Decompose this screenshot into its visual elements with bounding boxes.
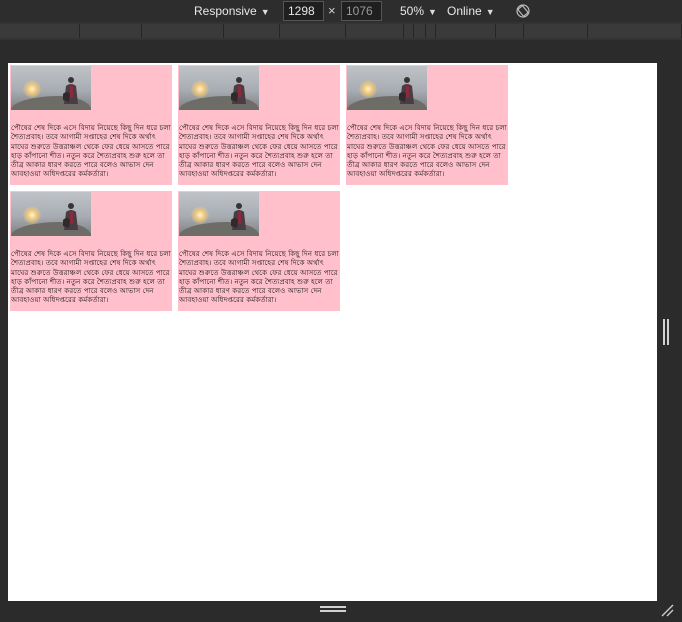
news-thumbnail	[179, 66, 259, 110]
person-figure	[231, 203, 246, 230]
sun-glow	[23, 80, 41, 98]
person-figure	[399, 77, 414, 104]
grip-line	[320, 610, 346, 612]
grip-line	[663, 319, 665, 345]
media-query-segment[interactable]	[0, 24, 80, 38]
news-thumbnail	[179, 192, 259, 236]
person-figure	[63, 77, 78, 104]
device-mode-dropdown[interactable]: Responsive ▼	[194, 0, 270, 22]
network-label: Online	[447, 4, 482, 18]
sun-glow	[359, 80, 377, 98]
width-input[interactable]	[283, 1, 324, 21]
media-query-segment[interactable]	[224, 24, 280, 38]
rotate-button[interactable]	[515, 0, 531, 22]
news-card-text: পৌষের শেষ দিকে এসে বিদায় নিয়েছে কিছু দ…	[179, 249, 339, 305]
media-query-segment[interactable]	[414, 24, 426, 38]
height-input[interactable]	[341, 1, 382, 21]
person-figure	[231, 77, 246, 104]
media-query-segment[interactable]	[80, 24, 142, 38]
network-throttle-dropdown[interactable]: Online ▼	[447, 0, 495, 22]
news-card-text: পৌষের শেষ দিকে এসে বিদায় নিয়েছে কিছু দ…	[347, 123, 507, 179]
media-query-segment[interactable]	[426, 24, 436, 38]
media-query-segment[interactable]	[346, 24, 404, 38]
media-query-segment[interactable]	[280, 24, 346, 38]
person-figure	[63, 203, 78, 230]
news-thumbnail	[11, 192, 91, 236]
news-card: পৌষের শেষ দিকে এসে বিদায় নিয়েছে কিছু দ…	[10, 65, 172, 185]
media-query-segment[interactable]	[436, 24, 496, 38]
bottom-resize-handle[interactable]	[320, 606, 346, 614]
grip-line	[667, 319, 669, 345]
grip-line	[320, 606, 346, 608]
right-resize-handle[interactable]	[663, 319, 671, 345]
news-thumbnail	[11, 66, 91, 110]
news-card: পৌষের শেষ দিকে এসে বিদায় নিয়েছে কিছু দ…	[178, 191, 340, 311]
news-card: পৌষের শেষ দিকে এসে বিদায় নিয়েছে কিছু দ…	[10, 191, 172, 311]
emulated-viewport: পৌষের শেষ দিকে এসে বিদায় নিয়েছে কিছু দ…	[8, 63, 657, 601]
zoom-dropdown[interactable]: 50% ▼	[400, 0, 437, 22]
sun-glow	[23, 206, 41, 224]
device-mode-label: Responsive	[194, 4, 257, 18]
chevron-down-icon: ▼	[485, 7, 495, 17]
media-query-bar	[0, 22, 682, 40]
news-card-text: পৌষের শেষ দিকে এসে বিদায় নিয়েছে কিছু দ…	[179, 123, 339, 179]
sun-glow	[191, 80, 209, 98]
chevron-down-icon: ▼	[260, 7, 270, 17]
sun-glow	[191, 206, 209, 224]
card-grid: পৌষের শেষ দিকে এসে বিদায় নিয়েছে কিছু দ…	[10, 65, 610, 325]
zoom-label: 50%	[400, 4, 425, 18]
media-query-segment[interactable]	[496, 24, 524, 38]
media-query-segment[interactable]	[524, 24, 588, 38]
device-toolbar: Responsive▼ × 50%▼ Online▼	[0, 0, 682, 22]
news-card-text: পৌষের শেষ দিকে এসে বিদায় নিয়েছে কিছু দ…	[11, 123, 171, 179]
news-card: পৌষের শেষ দিকে এসে বিদায় নিয়েছে কিছু দ…	[346, 65, 508, 185]
media-query-segment[interactable]	[404, 24, 414, 38]
chevron-down-icon: ▼	[428, 7, 437, 17]
corner-resize-icon[interactable]	[660, 603, 674, 617]
news-card: পৌষের শেষ দিকে এসে বিদায় নিয়েছে কিছু দ…	[178, 65, 340, 185]
news-thumbnail	[347, 66, 427, 110]
news-card-text: পৌষের শেষ দিকে এসে বিদায় নিয়েছে কিছু দ…	[11, 249, 171, 305]
times-symbol: ×	[328, 3, 336, 18]
media-query-segment[interactable]	[142, 24, 224, 38]
rotate-icon	[516, 4, 530, 18]
media-query-segment[interactable]	[588, 24, 682, 38]
